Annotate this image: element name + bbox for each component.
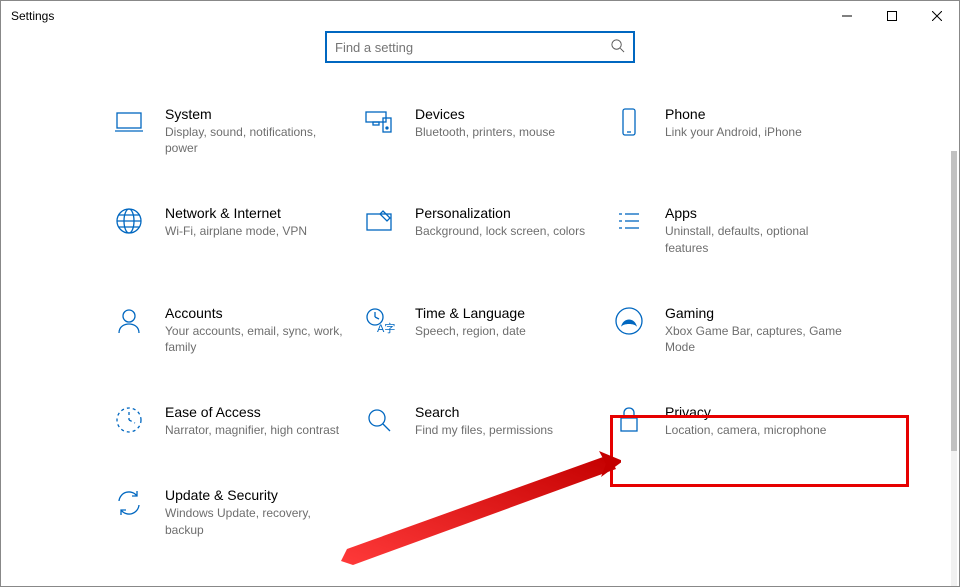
close-button[interactable] [914,1,959,31]
ease-of-access-icon [111,402,147,438]
window-controls [824,1,959,31]
tile-accounts[interactable]: Accounts Your accounts, email, sync, wor… [105,297,355,361]
tile-privacy[interactable]: Privacy Location, camera, microphone [605,396,855,444]
phone-icon [611,104,647,140]
tile-desc: Narrator, magnifier, high contrast [165,422,345,438]
tile-desc: Find my files, permissions [415,422,595,438]
privacy-icon [611,402,647,438]
maximize-button[interactable] [869,1,914,31]
tile-ease-of-access[interactable]: Ease of Access Narrator, magnifier, high… [105,396,355,444]
time-language-icon: A字 [361,303,397,339]
tile-title: Accounts [165,305,349,321]
settings-grid: System Display, sound, notifications, po… [1,98,959,584]
system-icon [111,104,147,140]
tile-title: Gaming [665,305,849,321]
tile-devices[interactable]: Devices Bluetooth, printers, mouse [355,98,605,162]
tile-desc: Xbox Game Bar, captures, Game Mode [665,323,845,355]
svg-text:A字: A字 [377,321,395,335]
tile-desc: Speech, region, date [415,323,595,339]
tile-update-security[interactable]: Update & Security Windows Update, recove… [105,479,355,543]
tile-desc: Wi-Fi, airplane mode, VPN [165,223,345,239]
tile-title: Time & Language [415,305,599,321]
tile-desc: Background, lock screen, colors [415,223,595,239]
tile-desc: Link your Android, iPhone [665,124,845,140]
tile-personalization[interactable]: Personalization Background, lock screen,… [355,197,605,261]
search-icon [610,38,625,56]
network-icon [111,203,147,239]
tile-system[interactable]: System Display, sound, notifications, po… [105,98,355,162]
search-wrap [1,31,959,63]
tile-desc: Location, camera, microphone [665,422,845,438]
tile-title: Personalization [415,205,599,221]
gaming-icon [611,303,647,339]
tile-network[interactable]: Network & Internet Wi-Fi, airplane mode,… [105,197,355,261]
window-title: Settings [11,9,54,23]
tile-apps[interactable]: Apps Uninstall, defaults, optional featu… [605,197,855,261]
tile-title: Apps [665,205,849,221]
devices-icon [361,104,397,140]
tile-title: Privacy [665,404,849,420]
tile-search[interactable]: Search Find my files, permissions [355,396,605,444]
search-box[interactable] [325,31,635,63]
tile-phone[interactable]: Phone Link your Android, iPhone [605,98,855,162]
personalization-icon [361,203,397,239]
settings-content: System Display, sound, notifications, po… [1,31,959,586]
vertical-scrollbar[interactable] [951,151,957,586]
tile-title: Ease of Access [165,404,349,420]
search-tile-icon [361,402,397,438]
minimize-button[interactable] [824,1,869,31]
tile-title: Search [415,404,599,420]
accounts-icon [111,303,147,339]
tile-desc: Your accounts, email, sync, work, family [165,323,345,355]
tile-title: Update & Security [165,487,349,503]
search-input[interactable] [335,40,610,55]
tile-desc: Display, sound, notifications, power [165,124,345,156]
scrollbar-thumb[interactable] [951,151,957,451]
tile-title: Phone [665,106,849,122]
window-titlebar: Settings [1,1,959,31]
tile-gaming[interactable]: Gaming Xbox Game Bar, captures, Game Mod… [605,297,855,361]
tile-desc: Uninstall, defaults, optional features [665,223,845,255]
tile-time-language[interactable]: A字 Time & Language Speech, region, date [355,297,605,361]
tile-desc: Bluetooth, printers, mouse [415,124,595,140]
tile-title: Devices [415,106,599,122]
tile-title: System [165,106,349,122]
tile-desc: Windows Update, recovery, backup [165,505,345,537]
tile-title: Network & Internet [165,205,349,221]
apps-icon [611,203,647,239]
update-security-icon [111,485,147,521]
